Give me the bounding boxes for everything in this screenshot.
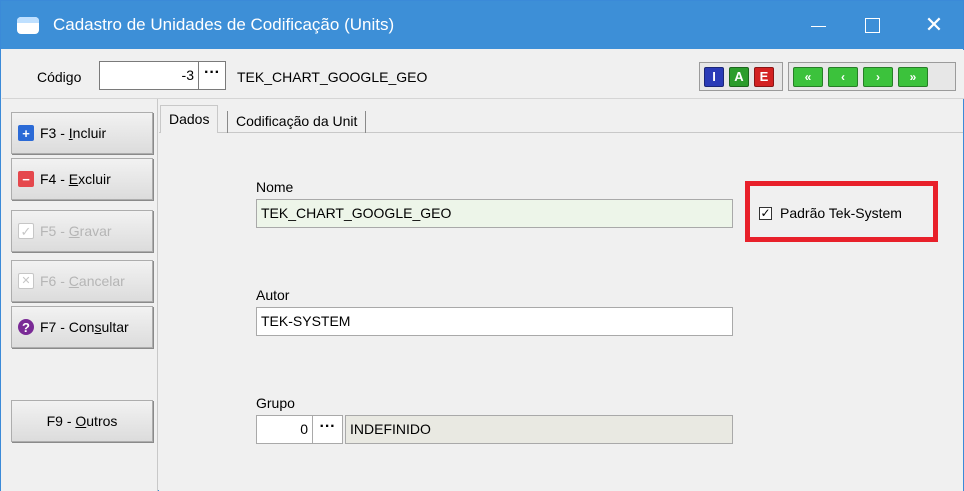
plus-icon: + [18, 125, 34, 141]
codigo-name: TEK_CHART_GOOGLE_GEO [237, 69, 428, 85]
tab-codificacao[interactable]: Codificação da Unit [227, 111, 367, 133]
incluir-button[interactable]: + F3 - Incluir [11, 112, 153, 154]
cancelar-label: F6 - Cancelar [40, 273, 125, 289]
title-bar[interactable]: Cadastro de Unidades de Codificação (Uni… [1, 1, 963, 49]
maximize-icon [864, 17, 880, 33]
grupo-field[interactable]: 0 [256, 415, 313, 444]
nome-label: Nome [256, 179, 294, 195]
consultar-button[interactable]: ? F7 - Consultar [11, 306, 153, 348]
autor-field[interactable]: TEK-SYSTEM [256, 307, 733, 336]
outros-label: F9 - Outros [46, 413, 118, 429]
next-record-button[interactable]: › [863, 66, 893, 87]
grupo-lookup-button[interactable]: ··· [313, 415, 343, 444]
cancel-x-icon: ✕ [18, 273, 34, 289]
maximize-button[interactable] [845, 1, 899, 49]
insert-mode-button[interactable]: I [704, 66, 724, 87]
last-record-button[interactable]: » [898, 66, 928, 87]
gravar-button[interactable]: ✓ F5 - Gravar [11, 210, 153, 252]
app-icon [17, 17, 39, 34]
padrao-checkbox[interactable]: ✓ [759, 207, 772, 220]
gravar-label: F5 - Gravar [40, 223, 112, 239]
incluir-label: F3 - Incluir [40, 125, 107, 141]
nav-button-group: « ‹ › » [788, 62, 956, 91]
close-icon: ✕ [924, 12, 944, 37]
cancelar-button[interactable]: ✕ F6 - Cancelar [11, 260, 153, 302]
codigo-label: Código [37, 69, 82, 85]
minimize-icon [810, 25, 826, 27]
alter-mode-button[interactable]: A [729, 66, 749, 87]
panel-divider [157, 99, 158, 491]
action-panel: + F3 - Incluir − F4 - Excluir ✓ F5 - Gra… [1, 99, 157, 491]
nome-field[interactable]: TEK_CHART_GOOGLE_GEO [256, 199, 733, 228]
codigo-lookup-button[interactable]: ··· [199, 61, 226, 90]
excluir-button[interactable]: − F4 - Excluir [11, 158, 153, 200]
first-record-button[interactable]: « [793, 66, 823, 87]
check-icon: ✓ [18, 223, 34, 239]
delete-mode-button[interactable]: E [754, 66, 774, 87]
grupo-description: INDEFINIDO [345, 415, 733, 444]
grupo-label: Grupo [256, 395, 295, 411]
autor-label: Autor [256, 287, 290, 303]
question-icon: ? [18, 319, 34, 335]
padrao-checkbox-label[interactable]: Padrão Tek-System [780, 205, 902, 221]
codigo-input[interactable]: -3 [99, 61, 199, 90]
close-button[interactable]: ✕ [907, 1, 961, 49]
minus-icon: − [18, 171, 34, 187]
excluir-label: F4 - Excluir [40, 171, 111, 187]
outros-button[interactable]: F9 - Outros [11, 400, 153, 442]
window-title: Cadastro de Unidades de Codificação (Uni… [53, 15, 395, 34]
minimize-button[interactable] [791, 1, 845, 49]
prev-record-button[interactable]: ‹ [828, 66, 858, 87]
tab-dados[interactable]: Dados [160, 105, 219, 133]
consultar-label: F7 - Consultar [40, 319, 129, 335]
mode-button-group: I A E [699, 62, 783, 91]
